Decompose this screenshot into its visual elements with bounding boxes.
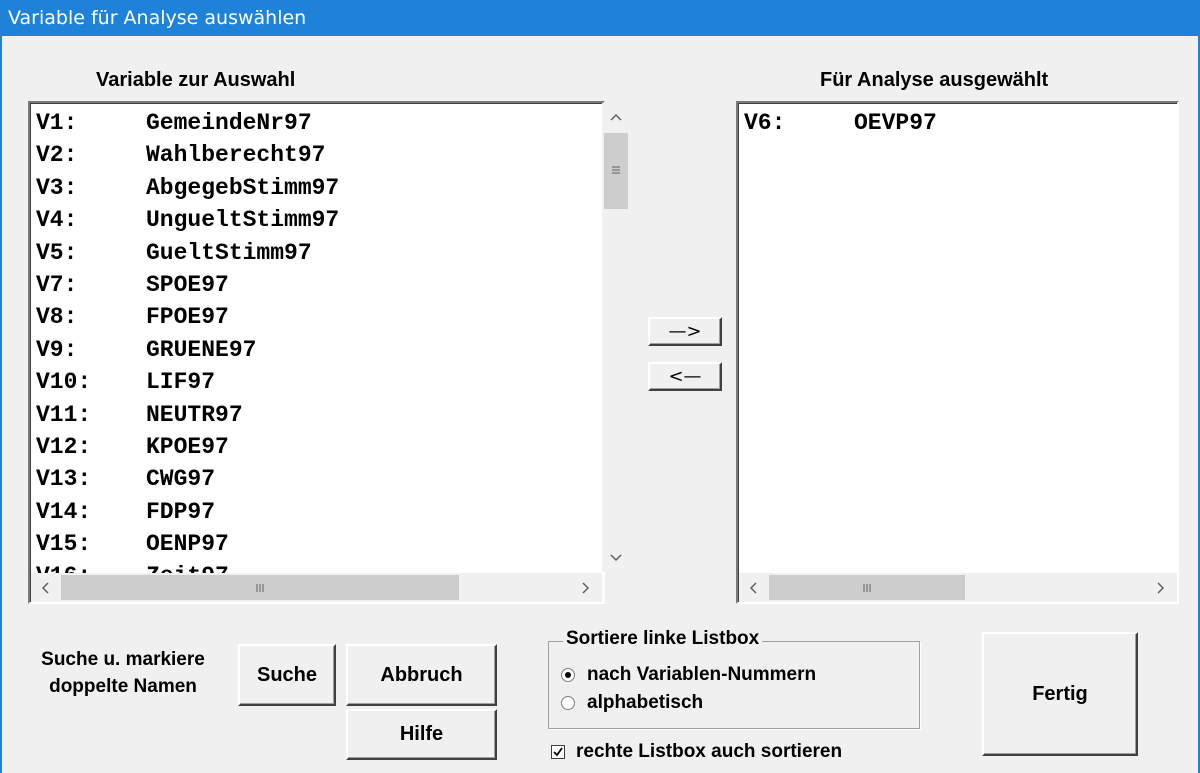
variable-id: V3: [36,174,78,201]
list-item[interactable]: V9: GRUENE97 [36,334,339,366]
left-panel-header: Variable zur Auswahl [96,69,296,91]
variable-name: LIF97 [146,369,216,396]
list-item[interactable]: V12: KPOE97 [36,431,339,463]
sort-group-legend: Sortiere linke Listbox [563,628,763,650]
list-item[interactable]: V8: FPOE97 [36,301,339,333]
right-horizontal-scroll-thumb[interactable] [769,575,965,600]
variable-name: GueltStimm97 [146,239,312,266]
search-label-line1: Suche u. markiere [41,649,205,670]
list-item[interactable]: V1: GemeindeNr97 [36,107,339,139]
selected-variables-listbox[interactable]: V6: OEVP97 [736,101,1179,604]
variable-name: FDP97 [146,498,216,525]
scroll-left-icon[interactable] [739,573,767,602]
variable-name: OENP97 [146,531,229,558]
variable-id: V4: [36,207,78,234]
variable-id: V15: [36,531,92,558]
scroll-left-icon[interactable] [31,573,59,602]
sort-alphabetical-label: alphabetisch [587,692,704,713]
scroll-right-icon[interactable] [1147,573,1175,602]
help-button[interactable]: Hilfe [346,709,497,760]
remove-variable-button[interactable]: <— [648,362,722,391]
variable-name: Wahlberecht97 [146,142,326,169]
sort-by-number-radio[interactable]: nach Variablen-Nummern [561,664,816,686]
variable-name: OEVP97 [854,110,937,136]
right-panel-header: Für Analyse ausgewählt [820,69,1049,91]
left-vertical-scroll-thumb[interactable] [604,133,628,209]
search-button[interactable]: Suche [238,644,336,706]
variable-name: UngueltStimm97 [146,207,340,234]
sort-right-listbox-label: rechte Listbox auch sortieren [576,741,843,762]
left-horizontal-scrollbar[interactable] [31,573,602,602]
variable-name: SPOE97 [146,271,229,298]
scroll-right-icon[interactable] [572,573,600,602]
variable-name: NEUTR97 [146,401,243,428]
list-item[interactable]: V7: SPOE97 [36,269,339,301]
window-title: Variable für Analyse auswählen [8,7,307,29]
variable-name: AbgegebStimm97 [146,174,340,201]
variable-id: V7: [36,271,78,298]
sort-right-listbox-checkbox[interactable]: rechte Listbox auch sortieren [551,741,842,763]
search-label-line2: doppelte Namen [49,676,197,697]
list-item[interactable]: V6: OEVP97 [744,107,937,139]
list-item[interactable]: V14: FDP97 [36,496,339,528]
sort-alphabetical-radio[interactable]: alphabetisch [561,692,703,714]
variable-id: V11: [36,401,92,428]
variable-name: KPOE97 [146,433,229,460]
variable-name: FPOE97 [146,304,229,331]
variable-id: V1: [36,110,78,136]
add-variable-button[interactable]: —> [648,317,722,346]
variable-id: V8: [36,304,78,331]
radio-selected-icon [561,668,575,682]
variable-id: V2: [36,142,78,169]
scroll-up-icon[interactable] [602,103,630,131]
variable-id: V13: [36,466,92,493]
sort-options-group: Sortiere linke Listbox nach Variablen-Nu… [548,628,920,729]
window-title-bar: Variable für Analyse auswählen [0,0,1200,36]
variable-name: GRUENE97 [146,336,257,363]
scroll-down-icon[interactable] [602,544,630,572]
list-item[interactable]: V5: GueltStimm97 [36,237,339,269]
list-item[interactable]: V3: AbgegebStimm97 [36,172,339,204]
variable-id: V14: [36,498,92,525]
list-item[interactable]: V13: CWG97 [36,463,339,495]
list-item[interactable]: V2: Wahlberecht97 [36,139,339,171]
available-variables-list: V1: GemeindeNr97 V2: Wahlberecht97 V3: Abgege… [36,107,339,593]
variable-name: GemeindeNr97 [146,110,312,136]
list-item[interactable]: V11: NEUTR97 [36,399,339,431]
done-button[interactable]: Fertig [982,632,1138,756]
cancel-button[interactable]: Abbruch [346,644,497,706]
list-item[interactable]: V15: OENP97 [36,528,339,560]
right-horizontal-scrollbar[interactable] [739,573,1177,602]
list-item[interactable]: V4: UngueltStimm97 [36,204,339,236]
radio-unselected-icon [561,696,575,710]
search-duplicates-label: Suche u. markiere doppelte Namen [12,646,234,700]
sort-by-number-label: nach Variablen-Nummern [587,664,817,685]
left-vertical-scrollbar[interactable] [602,103,630,572]
variable-id: V6: [744,110,786,136]
available-variables-listbox[interactable]: V1: GemeindeNr97 V2: Wahlberecht97 V3: Abgege… [28,101,605,604]
list-item[interactable]: V10: LIF97 [36,366,339,398]
variable-id: V9: [36,336,78,363]
variable-id: V10: [36,369,92,396]
selected-variables-list: V6: OEVP97 [744,107,937,139]
checkmark-icon [551,745,565,759]
variable-id: V12: [36,433,92,460]
variable-name: CWG97 [146,466,216,493]
left-horizontal-scroll-thumb[interactable] [61,575,459,600]
variable-id: V5: [36,239,78,266]
